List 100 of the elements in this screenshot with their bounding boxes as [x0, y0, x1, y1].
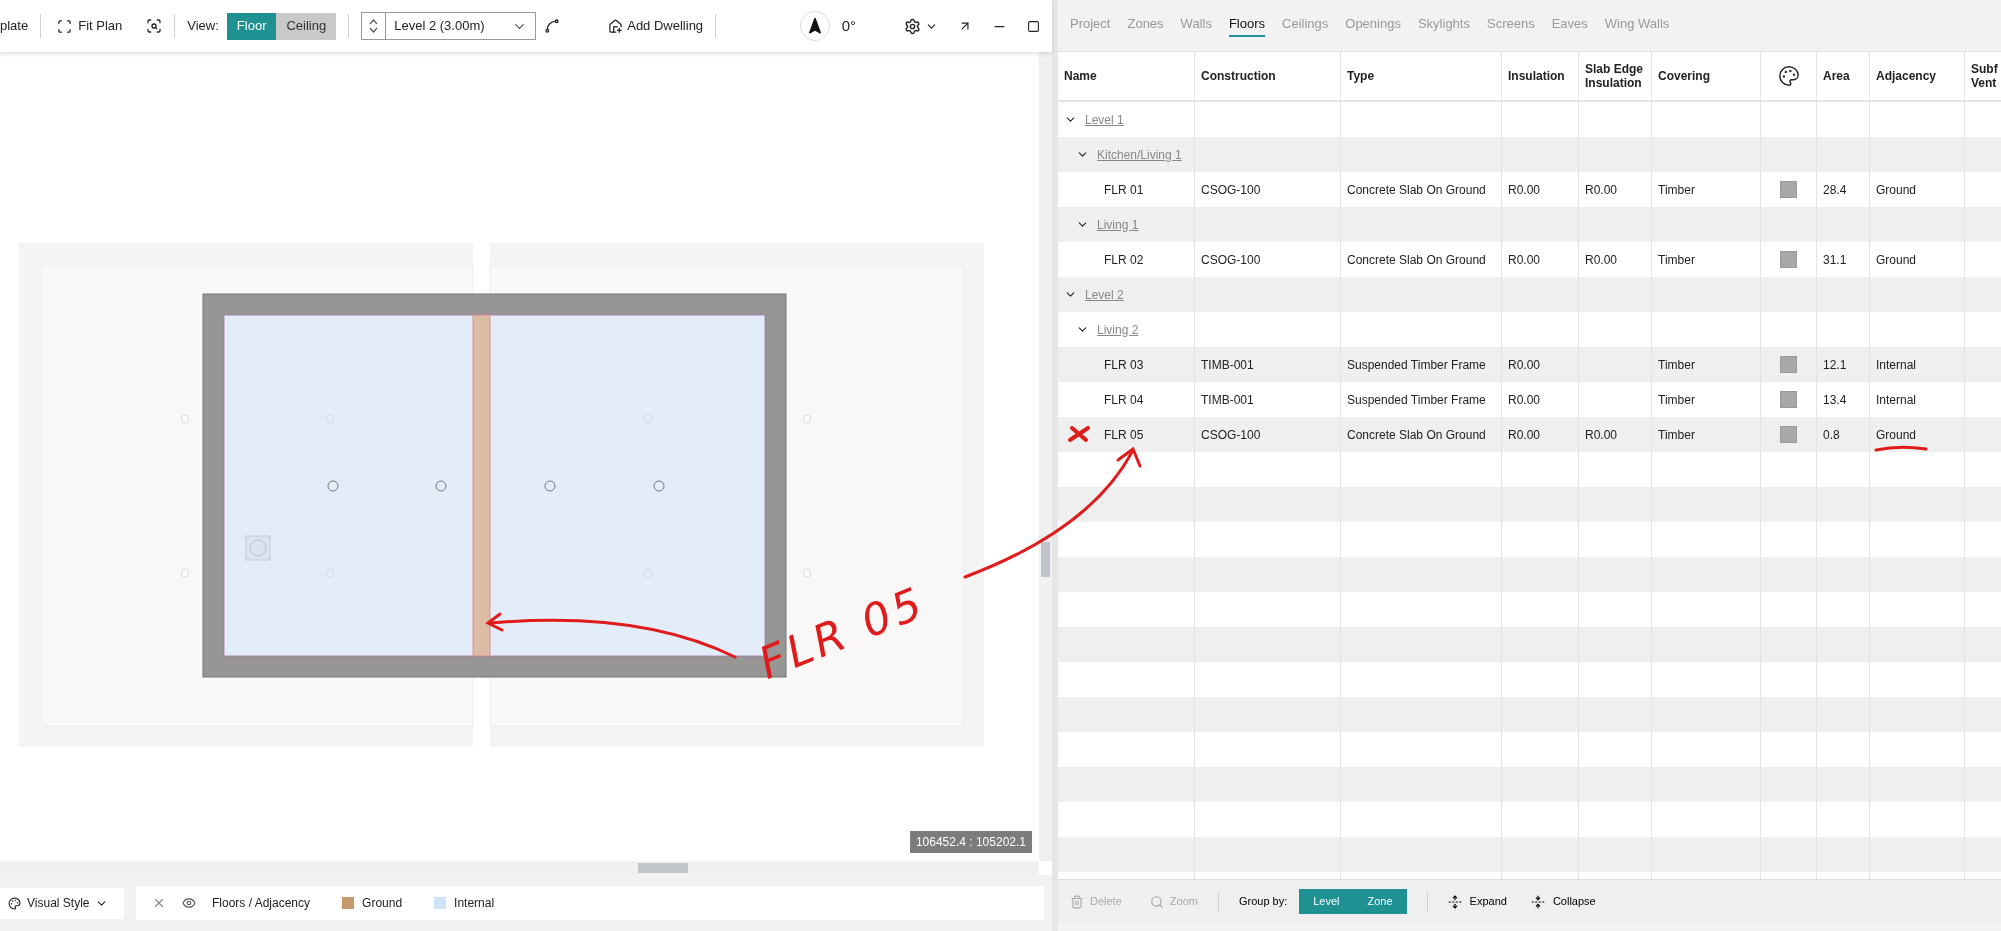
legend-label: Internal — [454, 895, 495, 912]
maximize-icon[interactable] — [1027, 19, 1040, 33]
table-cell-text: Timber — [1658, 251, 1695, 269]
table-cell-text: FLR 01 — [1104, 181, 1144, 199]
column-header[interactable]: Adjacency — [1870, 52, 1965, 100]
tab[interactable]: Project — [1070, 13, 1111, 38]
tab[interactable]: Ceilings — [1282, 13, 1329, 38]
zoom-region-icon[interactable] — [146, 18, 163, 34]
tab[interactable]: Openings — [1345, 13, 1401, 38]
tab[interactable]: Zones — [1127, 13, 1164, 38]
spinner-icon[interactable] — [369, 18, 379, 34]
table-cell-text: FLR 02 — [1104, 251, 1144, 269]
close-icon[interactable] — [152, 896, 166, 910]
table-cell-text: 13.4 — [1823, 391, 1847, 409]
group-link[interactable]: Kitchen/Living 1 — [1097, 145, 1182, 164]
table-cell-text: R0.00 — [1585, 426, 1618, 444]
tab[interactable]: Skylights — [1417, 13, 1470, 38]
group-link[interactable]: Level 1 — [1085, 110, 1124, 129]
annotation-underline — [1874, 445, 1928, 452]
scrollbar-thumb[interactable] — [638, 863, 688, 873]
table-cell-text: 28.4 — [1823, 181, 1847, 199]
table-cell-text: 12.1 — [1823, 356, 1847, 374]
table-cell-text: Timber — [1658, 391, 1695, 409]
view-toggle[interactable]: Floor — [226, 12, 277, 40]
color-swatch[interactable] — [1780, 251, 1797, 268]
group-link[interactable]: Living 2 — [1097, 320, 1139, 339]
palette-icon — [1777, 65, 1800, 87]
table-cell-text: TIMB-001 — [1201, 391, 1254, 409]
fit-plan-button[interactable]: Fit Plan — [53, 16, 127, 36]
tab[interactable]: Floors — [1228, 13, 1266, 38]
table-row[interactable]: Kitchen/Living 1 — [1058, 137, 2001, 172]
table-cell-text: CSOG-100 — [1201, 426, 1261, 444]
add-dwelling-button[interactable]: Add Dwelling — [608, 16, 704, 36]
group-by-label: Group by: — [1238, 894, 1288, 910]
tab[interactable]: Wing Walls — [1604, 13, 1670, 38]
group-by-toggle[interactable]: Level — [1299, 889, 1354, 914]
tab[interactable]: Screens — [1486, 13, 1535, 38]
palette-icon — [8, 896, 21, 910]
fit-plan-icon — [57, 18, 73, 34]
table-cell-text: 0.8 — [1823, 426, 1840, 444]
table-cell-text: Ground — [1876, 181, 1917, 199]
level-select[interactable]: Level 2 (3.00m) — [361, 12, 537, 40]
column-header[interactable]: Insulation — [1502, 52, 1579, 100]
table-cell-text: R0.00 — [1508, 391, 1541, 409]
table-row[interactable]: Living 1 — [1058, 207, 2001, 242]
table-cell-text: Timber — [1658, 356, 1695, 374]
table-cell-text: R0.00 — [1508, 356, 1541, 374]
scrollbar-thumb[interactable] — [1041, 542, 1050, 577]
layer-label: Floors / Adjacency — [212, 895, 311, 912]
level-value: Level 2 (3.00m) — [394, 17, 486, 36]
group-link[interactable]: Level 2 — [1085, 285, 1124, 304]
group-link[interactable]: Living 1 — [1097, 215, 1139, 234]
table-cell-text: R0.00 — [1508, 251, 1541, 269]
table-cell-text: R0.00 — [1508, 181, 1541, 199]
column-header[interactable]: Type — [1341, 52, 1502, 100]
column-header[interactable]: Covering — [1652, 52, 1761, 100]
table-cell-text: FLR 04 — [1104, 391, 1144, 409]
expand-icon — [1447, 894, 1462, 909]
handwritten-annotation: FLR 05 — [750, 575, 934, 691]
table-cell-text: Ground — [1876, 251, 1917, 269]
column-header[interactable]: Area — [1817, 52, 1870, 100]
eye-icon[interactable] — [182, 896, 196, 910]
table-cell-text: CSOG-100 — [1201, 251, 1261, 269]
expand-button[interactable]: Expand — [1447, 893, 1507, 910]
coordinates-readout: 106452.4 : 105202.1 — [909, 831, 1032, 853]
color-swatch[interactable] — [1780, 426, 1797, 443]
color-swatch[interactable] — [1780, 356, 1797, 373]
annotation-mark — [1068, 426, 1090, 442]
table-row[interactable]: FLR 03 TIMB-001 Suspended Timber Frame R0.00 Timber 12.1 Internal — [1058, 347, 2001, 382]
collapse-icon — [1530, 894, 1545, 909]
table-cell-text: Timber — [1658, 181, 1695, 199]
table-cell-text: FLR 03 — [1104, 356, 1144, 374]
color-swatch[interactable] — [1780, 181, 1797, 198]
table-cell-text: 31.1 — [1823, 251, 1847, 269]
table-cell-text: Internal — [1876, 356, 1917, 374]
table-cell-text: FLR 05 — [1104, 426, 1144, 444]
collapse-button[interactable]: Collapse — [1530, 893, 1596, 910]
color-swatch[interactable] — [1780, 391, 1797, 408]
column-header[interactable]: Construction — [1195, 52, 1341, 100]
toolbar-label[interactable]: plate — [0, 16, 29, 36]
table-row[interactable]: FLR 05 CSOG-100 Concrete Slab On Ground R0.00 R0.00 Timber 0.8 Ground — [1058, 417, 2001, 452]
house-plus-icon — [608, 18, 624, 34]
view-toggle[interactable]: Ceiling — [276, 12, 337, 40]
visual-style-button[interactable]: Visual Style — [0, 887, 124, 919]
column-header[interactable]: Subf Vent — [1965, 52, 2001, 100]
table-row[interactable]: Level 2 — [1058, 277, 2001, 312]
settings-icon[interactable] — [904, 17, 921, 35]
table-cell-text: Suspended Timber Frame — [1347, 391, 1486, 409]
table-cell-text: Concrete Slab On Ground — [1347, 426, 1486, 444]
tab[interactable]: Eaves — [1551, 13, 1588, 38]
table-cell-text: R0.00 — [1585, 181, 1618, 199]
view-label: View: — [187, 17, 219, 36]
group-by-toggle[interactable]: Zone — [1353, 889, 1407, 914]
table-cell-text: Concrete Slab On Ground — [1347, 251, 1486, 269]
tab[interactable]: Walls — [1180, 13, 1212, 38]
table-cell-text: Concrete Slab On Ground — [1347, 181, 1486, 199]
table-cell-text: TIMB-001 — [1201, 356, 1254, 374]
table-cell-text: R0.00 — [1585, 251, 1618, 269]
column-header[interactable]: Name — [1058, 52, 1195, 100]
column-header[interactable]: Slab Edge Insulation — [1579, 52, 1652, 100]
